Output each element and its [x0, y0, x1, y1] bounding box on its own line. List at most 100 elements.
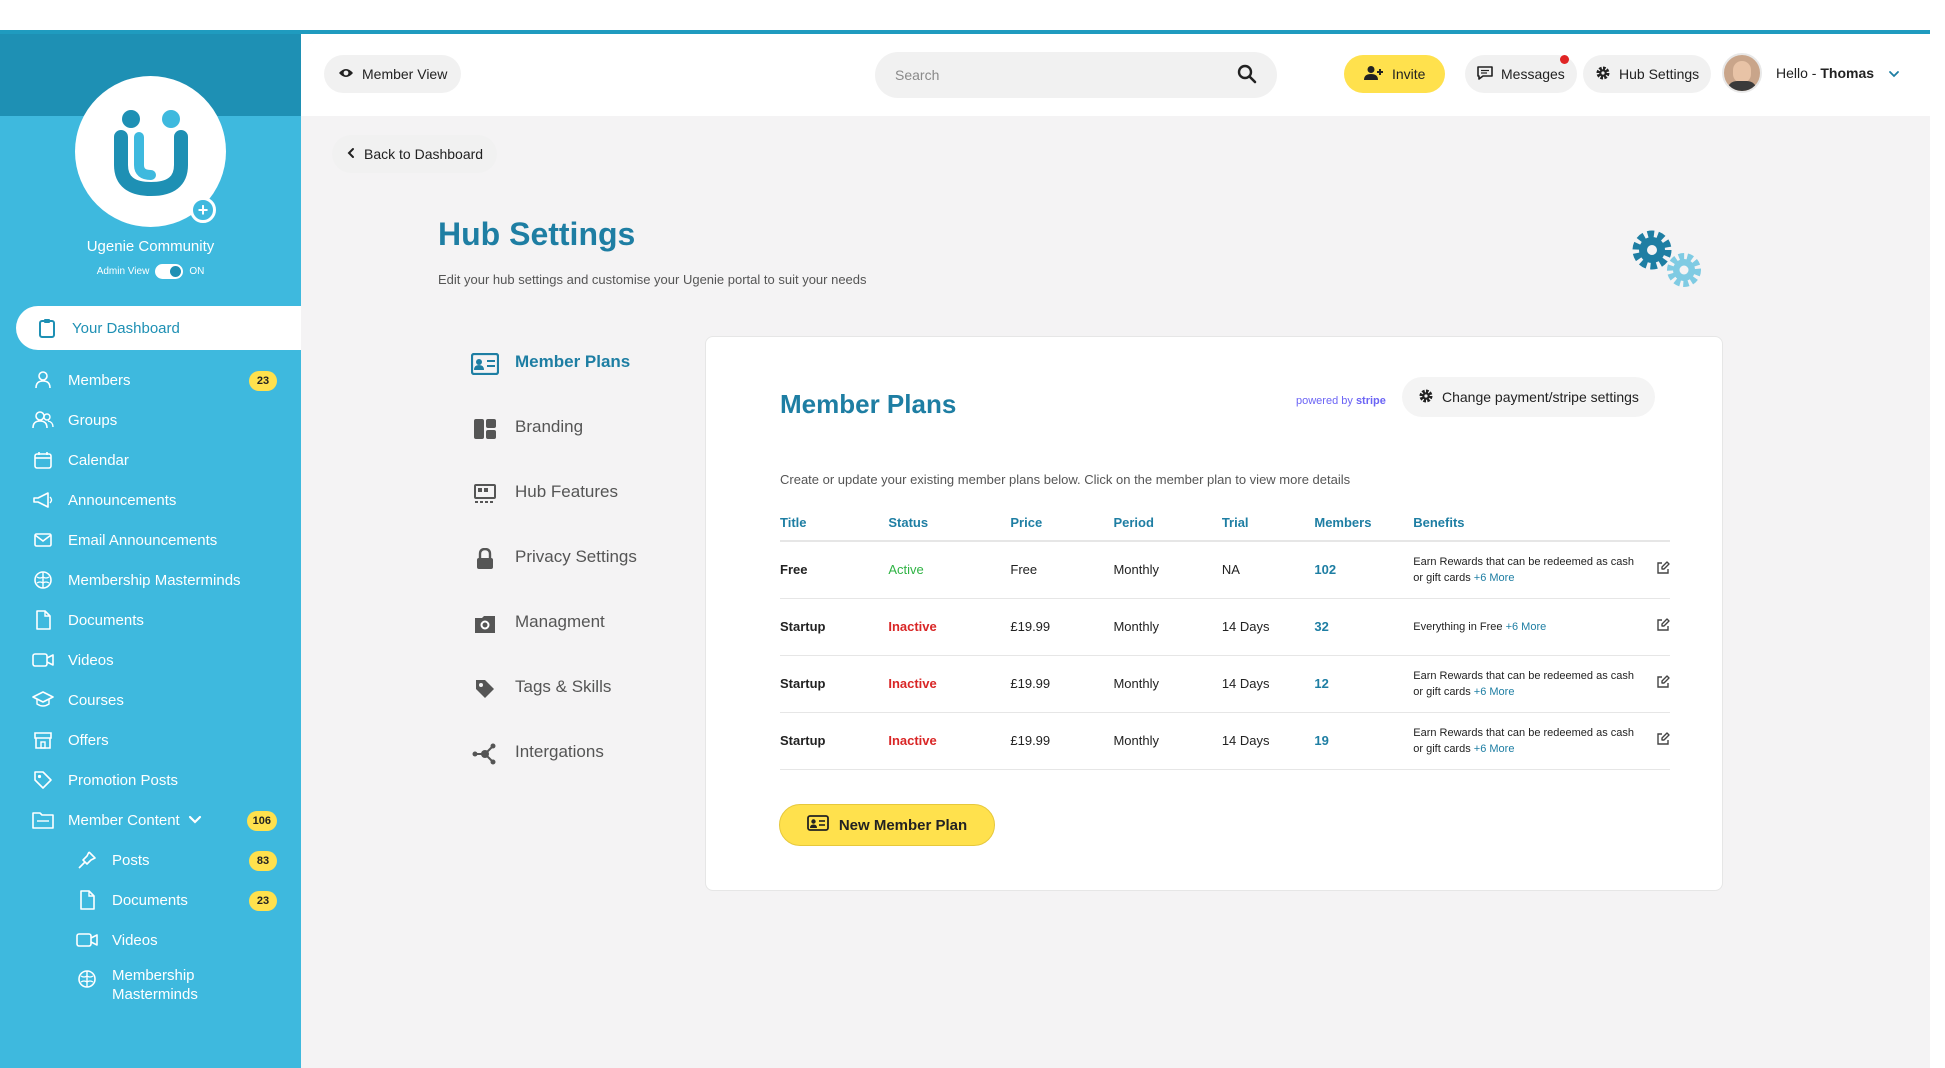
menu-item-label: Privacy Settings [515, 547, 637, 566]
search-input[interactable]: Search [875, 52, 1277, 98]
change-stripe-settings-button[interactable]: Change payment/stripe settings [1402, 377, 1655, 417]
gears-icon [1626, 224, 1716, 299]
menu-item-tags-skills[interactable]: Tags & Skills [471, 677, 637, 742]
plan-price: £19.99 [1010, 655, 1114, 713]
hub-settings-button[interactable]: Hub Settings [1583, 55, 1712, 93]
sidebar-item-label: Videos [112, 931, 158, 949]
user-menu[interactable]: Hello - Thomas [1722, 52, 1900, 94]
invite-button[interactable]: Invite [1344, 55, 1446, 93]
sidebar-item-promotion-posts[interactable]: Promotion Posts [0, 760, 301, 800]
sidebar-item-calendar[interactable]: Calendar [0, 440, 301, 480]
column-header[interactable]: Status [888, 515, 1011, 542]
main-area: Member View Search Invite Messages Hub S… [301, 34, 1930, 1068]
sidebar-item-membership-masterminds[interactable]: Membership Masterminds [0, 560, 301, 600]
edit-icon[interactable] [1644, 712, 1670, 770]
search-placeholder: Search [895, 67, 940, 83]
sidebar-item-offers[interactable]: Offers [0, 720, 301, 760]
menu-item-hub-features[interactable]: Hub Features [471, 482, 637, 547]
plan-benefits: Earn Rewards that can be redeemed as cas… [1413, 712, 1645, 770]
sidebar-item-dashboard[interactable]: Your Dashboard [16, 306, 301, 350]
back-to-dashboard-button[interactable]: Back to Dashboard [332, 135, 498, 173]
edit-icon[interactable] [1644, 655, 1670, 713]
member-view-button[interactable]: Member View [324, 55, 462, 93]
sidebar-item-email-announcements[interactable]: Email Announcements [0, 520, 301, 560]
messages-button[interactable]: Messages [1465, 55, 1577, 93]
add-logo-button[interactable]: + [190, 197, 216, 223]
sidebar-item-announcements[interactable]: Announcements [0, 480, 301, 520]
more-benefits-link[interactable]: +6 More [1474, 572, 1515, 584]
plan-members[interactable]: 102 [1314, 541, 1414, 599]
new-member-plan-button[interactable]: New Member Plan [779, 804, 995, 846]
sidebar-item-label: Membership Masterminds [112, 967, 198, 1003]
table-row[interactable]: Startup Inactive £19.99 Monthly 14 Days … [780, 598, 1670, 656]
plan-members[interactable]: 32 [1314, 598, 1414, 656]
more-benefits-link[interactable]: +6 More [1474, 686, 1515, 698]
column-header[interactable]: Trial [1221, 515, 1315, 542]
plan-benefits: Earn Rewards that can be redeemed as cas… [1413, 541, 1645, 599]
ugenie-logo-icon [113, 109, 188, 196]
table-row[interactable]: Startup Inactive £19.99 Monthly 14 Days … [780, 712, 1670, 770]
sidebar-item-documents[interactable]: Documents [0, 600, 301, 640]
plan-title: Startup [780, 655, 889, 713]
edit-icon[interactable] [1644, 541, 1670, 599]
menu-item-privacy-settings[interactable]: Privacy Settings [471, 547, 637, 612]
hub-settings-label: Hub Settings [1619, 66, 1700, 82]
avatar[interactable] [1722, 53, 1762, 93]
admin-view-toggle[interactable] [155, 264, 184, 279]
more-benefits-link[interactable]: +6 More [1474, 743, 1515, 755]
plan-members[interactable]: 12 [1314, 655, 1414, 713]
column-header[interactable]: Title [780, 515, 889, 542]
menu-item-managment[interactable]: Managment [471, 612, 637, 677]
column-header[interactable]: Benefits [1413, 515, 1645, 542]
sidebar-subitem-membership-masterminds[interactable]: Membership Masterminds [0, 960, 301, 1012]
column-header-edit [1644, 515, 1670, 542]
sidebar-item-label: Courses [68, 691, 124, 709]
eye-icon [338, 66, 354, 82]
sidebar-item-label: Documents [68, 611, 144, 629]
plan-status: Active [888, 541, 1011, 599]
column-header[interactable]: Price [1010, 515, 1114, 542]
menu-item-label: Managment [515, 612, 605, 631]
table-row[interactable]: Free Active Free Monthly NA 102 Earn Rew… [780, 541, 1670, 599]
document-icon [76, 889, 98, 911]
member-plans-card: Member Plans powered by stripe Change pa… [705, 336, 1723, 891]
management-icon [471, 612, 499, 636]
sidebar-subitem-posts[interactable]: Posts 83 [0, 840, 301, 880]
brain-icon [32, 569, 54, 591]
plan-trial: NA [1221, 541, 1315, 599]
documents-count-badge: 23 [249, 891, 277, 911]
add-user-icon [1364, 65, 1384, 84]
sidebar-item-members[interactable]: Members 23 [0, 360, 301, 400]
menu-item-intergations[interactable]: Intergations [471, 742, 637, 807]
plan-price: £19.99 [1010, 712, 1114, 770]
calendar-icon [32, 449, 54, 471]
sidebar: + Ugenie Community Admin View ON Your Da… [0, 34, 301, 1068]
graduation-cap-icon [32, 689, 54, 711]
column-header[interactable]: Period [1113, 515, 1222, 542]
chevron-down-icon[interactable] [1888, 65, 1900, 81]
more-benefits-link[interactable]: +6 More [1506, 621, 1547, 633]
sidebar-item-label: Calendar [68, 451, 129, 469]
chevron-down-icon[interactable] [188, 812, 202, 829]
integrations-icon [471, 742, 499, 766]
menu-item-branding[interactable]: Branding [471, 417, 637, 482]
sidebar-item-groups[interactable]: Groups [0, 400, 301, 440]
plan-members[interactable]: 19 [1314, 712, 1414, 770]
tag-icon [32, 769, 54, 791]
edit-icon[interactable] [1644, 598, 1670, 656]
column-header[interactable]: Members [1314, 515, 1414, 542]
sidebar-item-videos[interactable]: Videos [0, 640, 301, 680]
sidebar-subitem-documents[interactable]: Documents 23 [0, 880, 301, 920]
sidebar-item-label: Member Content [68, 811, 180, 829]
menu-item-member-plans[interactable]: Member Plans [471, 352, 637, 417]
sidebar-item-label: Offers [68, 731, 109, 749]
table-row[interactable]: Startup Inactive £19.99 Monthly 14 Days … [780, 655, 1670, 713]
sidebar-item-courses[interactable]: Courses [0, 680, 301, 720]
settings-menu: Member Plans Branding Hub Features Priva… [471, 352, 637, 807]
search-icon[interactable] [1237, 64, 1257, 87]
sidebar-subitem-videos[interactable]: Videos [0, 920, 301, 960]
sidebar-item-member-content[interactable]: Member Content 106 [0, 800, 301, 840]
sidebar-item-label: Membership Masterminds [68, 571, 241, 589]
plan-price: Free [1010, 541, 1114, 599]
plan-period: Monthly [1113, 598, 1222, 656]
